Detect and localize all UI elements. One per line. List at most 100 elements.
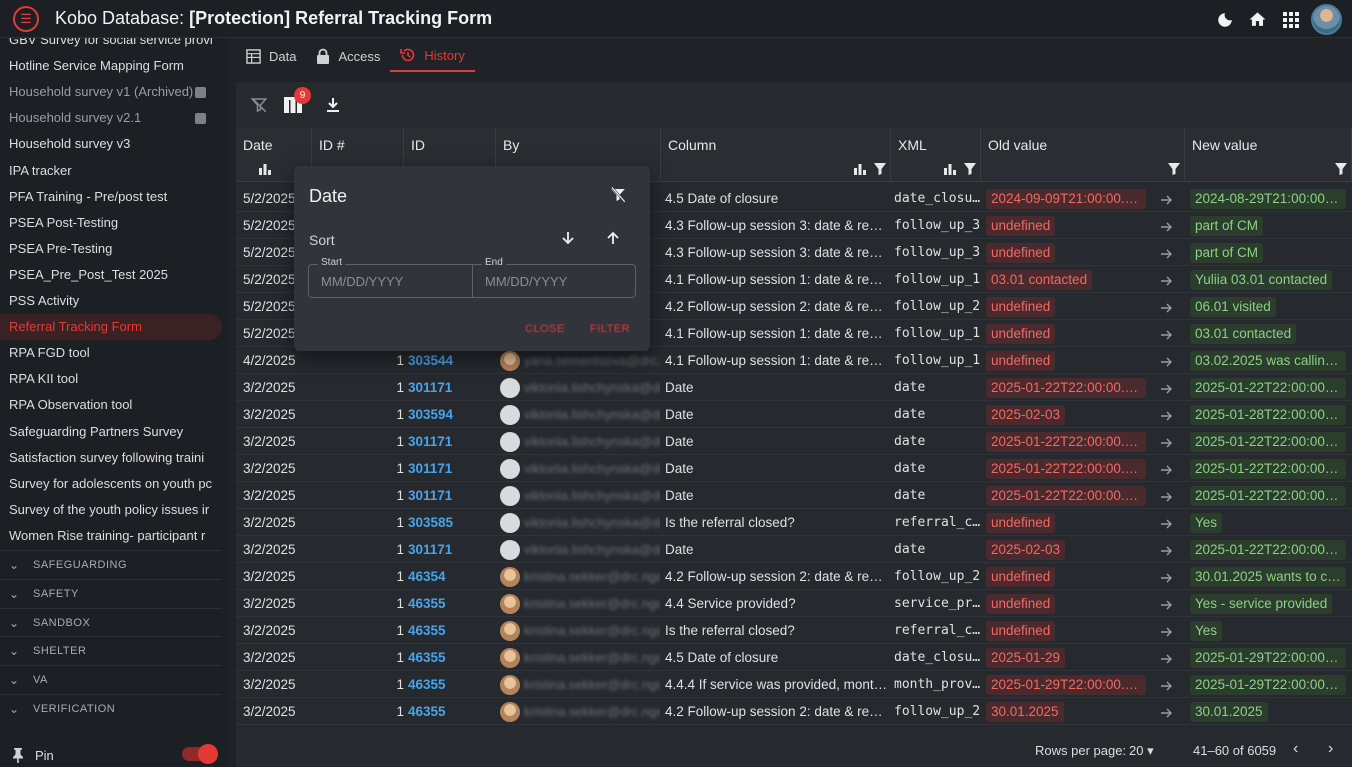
chevron-down-icon: ⌄ [9,673,20,688]
filter-button[interactable]: FILTER [590,323,630,335]
sidebar-form-item[interactable]: RPA KII tool [0,366,222,392]
sort-descending-icon[interactable] [560,230,578,248]
start-date-input[interactable]: MM/DD/YYYY [321,274,403,289]
column-header-xml[interactable]: XML [891,128,981,182]
submission-id-link[interactable]: 303544 [408,347,488,374]
sidebar-form-item[interactable]: Satisfaction survey following traini [0,445,222,471]
submission-id-link[interactable]: 301171 [408,428,488,455]
sidebar-form-item[interactable]: PSEA Pre-Testing [0,236,222,262]
sidebar-form-item[interactable]: Women Rise training- participant r [0,523,222,549]
submission-id-link[interactable]: 301171 [408,536,488,563]
sidebar-form-item[interactable]: RPA FGD tool [0,340,222,366]
new-value: 2025-01-22T22:00:00.000+02:00 [1190,540,1346,561]
column-header-old[interactable]: Old value [981,128,1185,182]
submission-id-link[interactable]: 301171 [408,482,488,509]
sidebar-form-item[interactable]: Survey for adolescents on youth pc [0,471,222,497]
column-header-column[interactable]: Column [661,128,891,182]
tab-data[interactable]: Data [236,40,306,72]
dark-mode-icon[interactable] [1208,5,1241,35]
new-value: 30.01.2025 wants to continue [1190,567,1346,588]
author-email: viktoriia.lishchynska@drc.ngo [524,407,660,422]
sidebar-form-item[interactable]: PSS Activity [0,288,222,314]
xml-name-cell: follow_up_1 [894,326,981,341]
sidebar-group[interactable]: ⌄ SHELTER [0,636,222,665]
arrow-right-icon [1160,563,1176,590]
sidebar-group[interactable]: ⌄ VA [0,665,222,694]
sidebar-group-label: SAFETY [33,587,79,600]
sidebar-form-item[interactable]: PFA Training - Pre/post test [0,184,222,210]
submission-id-link[interactable]: 301171 [408,455,488,482]
sidebar-form-item[interactable]: Household survey v1 (Archived) [0,79,222,105]
table-row: 3/2/2025 1 46355 kristina.sekker@drc.ngo 4.4… [236,590,1352,617]
avatar [500,674,520,695]
tab-history[interactable]: History [390,40,475,72]
sidebar-group[interactable]: ⌄ VERIFICATION [0,694,222,723]
tab-access[interactable]: Access [306,40,390,72]
sidebar-form-item[interactable]: Household survey v3 [0,131,222,157]
column-stats-icon[interactable] [854,163,866,178]
sidebar-form-item[interactable]: Referral Tracking Form [0,314,222,341]
submission-id-link[interactable]: 46355 [408,671,488,698]
submission-id-link[interactable]: 46355 [408,644,488,671]
column-header-label: By [503,137,520,153]
column-stats-icon[interactable] [259,163,271,178]
sidebar-form-item[interactable]: Safeguarding Partners Survey [0,419,222,445]
author-cell: kristina.sekker@drc.ngo [500,590,660,617]
submission-id-link[interactable]: 301171 [408,374,488,401]
table-row: 3/2/2025 1 46355 kristina.sekker@drc.ngo Is … [236,617,1352,644]
submission-id-link[interactable]: 46355 [408,617,488,644]
pin-toggle[interactable] [182,744,218,764]
sidebar-group[interactable]: ⌄ SAFEGUARDING [0,550,222,579]
column-stats-icon[interactable] [944,163,956,178]
old-value: undefined [986,216,1056,237]
apps-grid-icon[interactable] [1274,5,1307,35]
old-value-cell: 2025-01-29 [986,644,1146,671]
home-icon[interactable] [1241,5,1274,35]
sidebar-form-item[interactable]: PSEA_Pre_Post_Test 2025 [0,262,222,288]
arrow-right-icon [1160,185,1176,212]
avatar [500,512,520,533]
clear-filters-icon[interactable] [248,94,270,116]
download-icon[interactable] [322,94,344,116]
end-date-input[interactable]: MM/DD/YYYY [485,274,567,289]
author-email: viktoriia.lishchynska@drc.ngo [524,461,660,476]
column-name-cell: Date [665,434,694,449]
sort-ascending-icon[interactable] [605,230,623,248]
sidebar-form-item[interactable]: Survey of the youth policy issues ir [0,497,222,523]
submission-id-link[interactable]: 46354 [408,563,488,590]
xml-name-cell: follow_up_1 [894,353,981,368]
sidebar-form-item[interactable]: Hotline Service Mapping Form [0,53,222,79]
new-value-cell: Yuliia 03.01 contacted [1190,266,1346,293]
menu-icon[interactable]: ☰ [13,5,39,32]
sidebar-group[interactable]: ⌄ SAFETY [0,578,222,608]
column-name-cell: 4.1 Follow-up session 1: date & remarks [665,326,891,341]
next-page-icon[interactable]: › [1328,740,1333,758]
new-value-cell: 2025-01-22T22:00:00.000+02:00 [1190,374,1346,401]
id-number-cell: 1 [396,461,404,476]
clear-filter-icon[interactable] [609,186,629,206]
xml-name-cell: follow_up_1 [894,272,981,287]
sidebar-form-item[interactable]: Household survey v2.1 [0,105,222,131]
sidebar-form-item[interactable]: GBV Survey for social service provi [0,38,222,53]
submission-id-link[interactable]: 46355 [408,698,488,725]
column-filter-icon[interactable] [874,163,886,178]
sidebar-form-item[interactable]: IPA tracker [0,158,222,184]
sidebar-form-item[interactable]: RPA Observation tool [0,392,222,418]
author-cell: viktoriia.lishchynska@drc.ngo [500,509,660,536]
close-button[interactable]: CLOSE [525,323,565,335]
column-filter-icon[interactable] [1168,163,1180,178]
xml-name-cell: date_closure [894,650,982,665]
rows-per-page-label: Rows per page: [1035,743,1127,758]
submission-id-link[interactable]: 46355 [408,590,488,617]
prev-page-icon[interactable]: ‹ [1293,740,1298,758]
column-filter-icon[interactable] [964,163,976,178]
column-filter-icon[interactable] [1335,163,1347,178]
pin-label: Pin [35,747,54,763]
sidebar-group[interactable]: ⌄ SANDBOX [0,607,222,637]
submission-id-link[interactable]: 303585 [408,509,488,536]
rows-per-page-select[interactable]: 20 ▾ [1129,743,1154,759]
sidebar-form-item[interactable]: PSEA Post-Testing [0,210,222,236]
user-avatar[interactable] [1311,4,1342,35]
submission-id-link[interactable]: 303594 [408,401,488,428]
column-header-new[interactable]: New value [1185,128,1352,182]
